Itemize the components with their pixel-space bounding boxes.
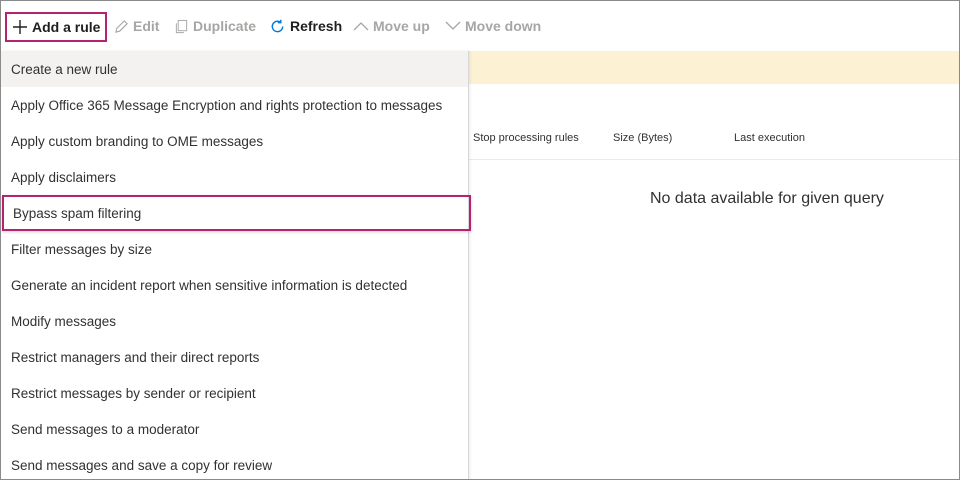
refresh-button[interactable]: Refresh bbox=[269, 1, 342, 51]
refresh-label: Refresh bbox=[290, 18, 343, 34]
toolbar: Add a rule Edit Duplicate Refresh Move u bbox=[1, 1, 959, 51]
move-down-label: Move down bbox=[465, 18, 542, 34]
column-header-last-execution[interactable]: Last execution bbox=[734, 132, 805, 144]
pencil-icon bbox=[114, 19, 129, 34]
column-header-stop-processing[interactable]: Stop processing rules bbox=[473, 132, 579, 144]
menu-item-modify-messages[interactable]: Modify messages bbox=[1, 303, 468, 339]
plus-icon bbox=[12, 19, 28, 35]
menu-item-bypass-spam-filtering[interactable]: Bypass spam filtering bbox=[2, 195, 471, 231]
chevron-down-icon bbox=[445, 20, 461, 32]
edit-button[interactable]: Edit bbox=[114, 1, 159, 51]
menu-item-create-new-rule[interactable]: Create a new rule bbox=[1, 51, 468, 87]
menu-item-apply-custom-branding[interactable]: Apply custom branding to OME messages bbox=[1, 123, 468, 159]
app-frame: Add a rule Edit Duplicate Refresh Move u bbox=[0, 0, 960, 480]
move-up-button[interactable]: Move up bbox=[353, 1, 430, 51]
move-up-label: Move up bbox=[373, 18, 430, 34]
edit-label: Edit bbox=[133, 18, 160, 34]
menu-item-restrict-managers[interactable]: Restrict managers and their direct repor… bbox=[1, 339, 468, 375]
move-down-button[interactable]: Move down bbox=[445, 1, 541, 51]
menu-item-filter-by-size[interactable]: Filter messages by size bbox=[1, 231, 468, 267]
menu-item-send-to-moderator[interactable]: Send messages to a moderator bbox=[1, 411, 468, 447]
header-divider bbox=[468, 159, 959, 160]
refresh-icon bbox=[269, 18, 286, 35]
empty-state-message: No data available for given query bbox=[650, 190, 884, 207]
duplicate-label: Duplicate bbox=[193, 18, 257, 34]
copy-icon bbox=[174, 19, 189, 34]
duplicate-button[interactable]: Duplicate bbox=[174, 1, 256, 51]
menu-item-apply-disclaimers[interactable]: Apply disclaimers bbox=[1, 159, 468, 195]
menu-item-send-and-save-copy[interactable]: Send messages and save a copy for review bbox=[1, 447, 468, 479]
column-header-size[interactable]: Size (Bytes) bbox=[613, 132, 672, 144]
info-banner bbox=[468, 51, 959, 84]
chevron-up-icon bbox=[353, 20, 369, 32]
menu-item-generate-incident-report[interactable]: Generate an incident report when sensiti… bbox=[1, 267, 468, 303]
menu-item-restrict-by-sender[interactable]: Restrict messages by sender or recipient bbox=[1, 375, 468, 411]
add-rule-label: Add a rule bbox=[32, 19, 101, 35]
add-rule-dropdown-menu: Create a new rule Apply Office 365 Messa… bbox=[1, 51, 471, 479]
add-rule-button[interactable]: Add a rule bbox=[5, 12, 108, 42]
menu-item-apply-ome-encryption[interactable]: Apply Office 365 Message Encryption and … bbox=[1, 87, 468, 123]
